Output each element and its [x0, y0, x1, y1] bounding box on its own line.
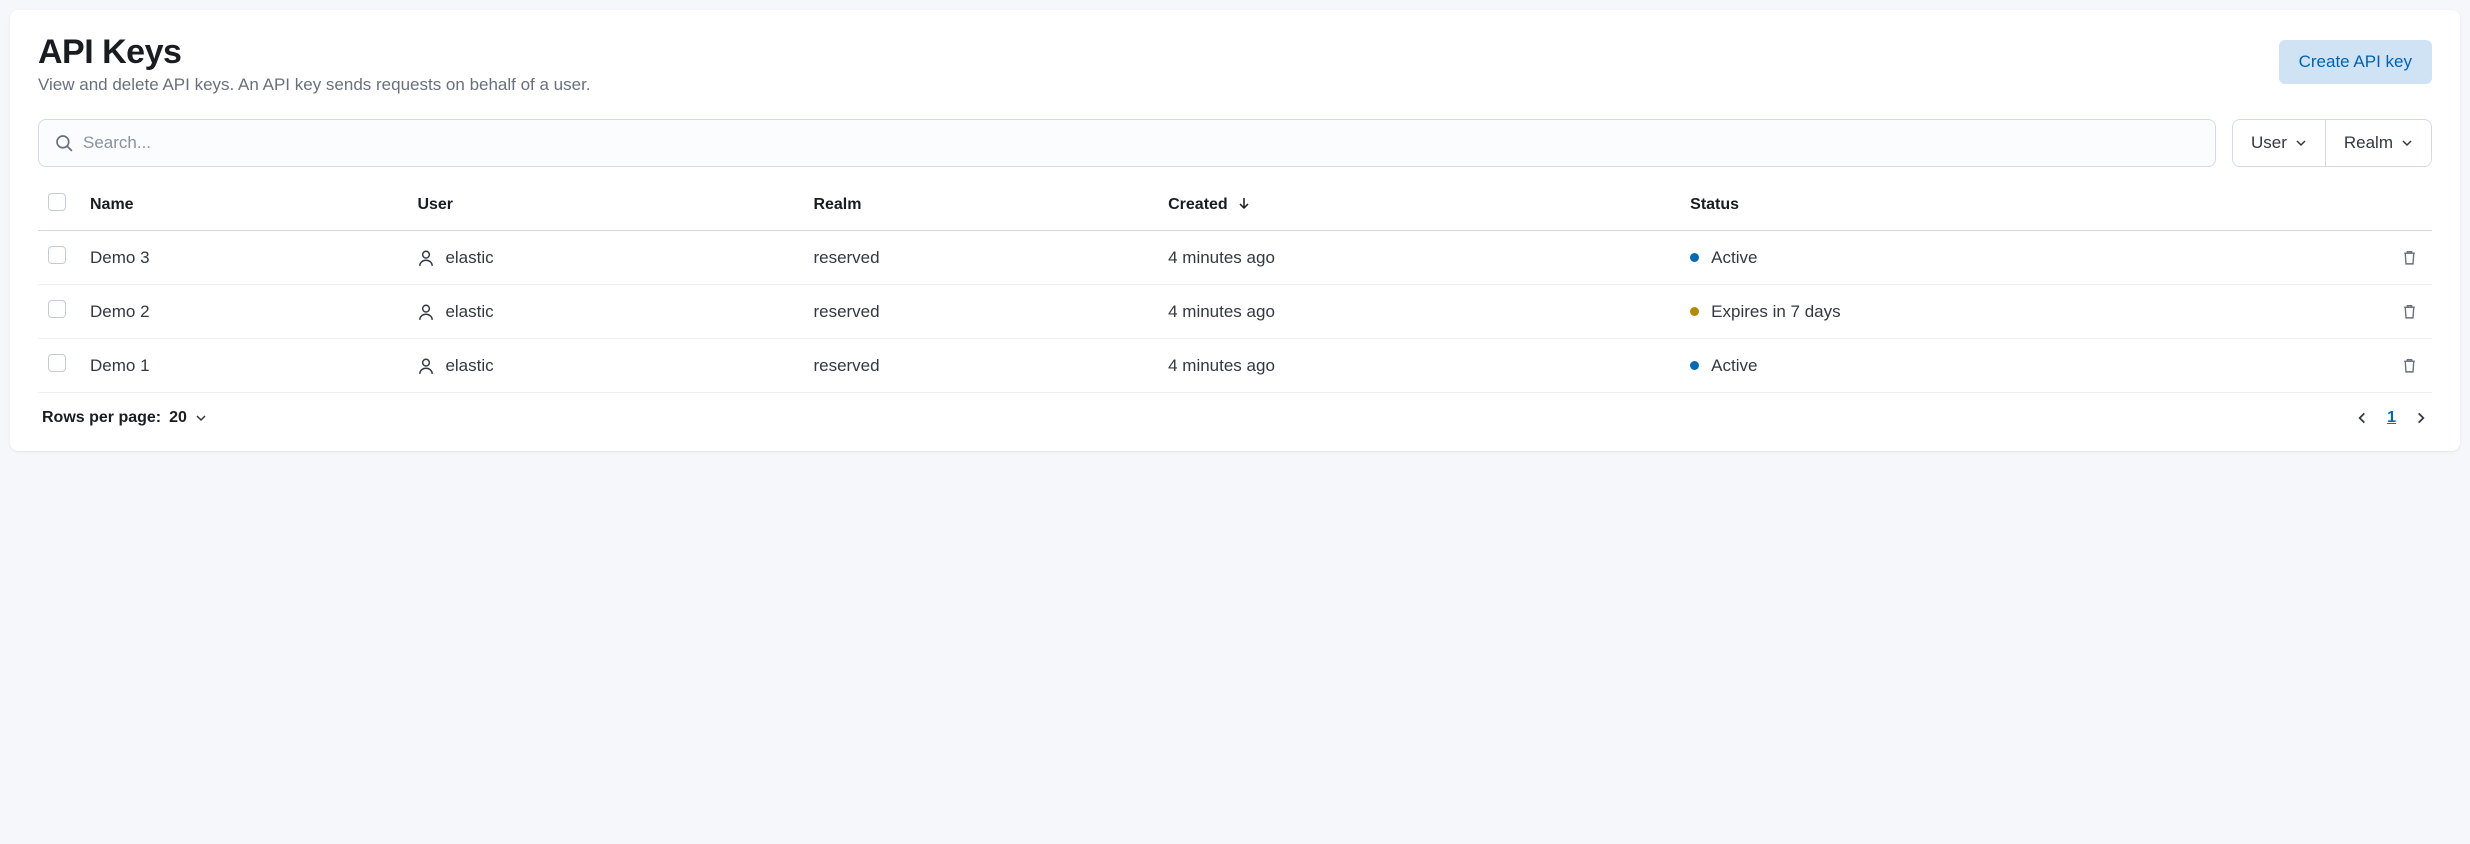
- delete-row-button[interactable]: [2397, 299, 2422, 324]
- trash-icon: [2401, 357, 2418, 374]
- cell-status: Active: [1680, 339, 2382, 393]
- cell-name: Demo 1: [80, 339, 407, 393]
- status-dot-icon: [1690, 361, 1699, 370]
- cell-created: 4 minutes ago: [1158, 285, 1680, 339]
- cell-user-text: elastic: [445, 248, 493, 268]
- cell-user: elastic: [407, 339, 803, 393]
- row-checkbox[interactable]: [48, 354, 66, 372]
- chevron-down-icon: [195, 412, 207, 424]
- delete-row-button[interactable]: [2397, 353, 2422, 378]
- cell-status-text: Active: [1711, 248, 1757, 268]
- cell-created: 4 minutes ago: [1158, 231, 1680, 285]
- search-input[interactable]: [83, 133, 2199, 153]
- select-all-checkbox[interactable]: [48, 193, 66, 211]
- cell-status: Expires in 7 days: [1680, 285, 2382, 339]
- rows-per-page-value: 20: [169, 409, 187, 427]
- user-icon: [417, 357, 435, 375]
- search-icon: [55, 134, 73, 152]
- row-checkbox[interactable]: [48, 246, 66, 264]
- cell-user: elastic: [407, 231, 803, 285]
- cell-status: Active: [1680, 231, 2382, 285]
- table-header-row: Name User Realm Created Status: [38, 179, 2432, 231]
- chevron-down-icon: [2295, 137, 2307, 149]
- cell-name: Demo 3: [80, 231, 407, 285]
- column-status[interactable]: Status: [1680, 179, 2382, 231]
- cell-realm: reserved: [803, 339, 1158, 393]
- filter-group: User Realm: [2232, 119, 2432, 167]
- header-row: API Keys View and delete API keys. An AP…: [38, 34, 2432, 95]
- page-subtitle: View and delete API keys. An API key sen…: [38, 75, 591, 95]
- cell-name: Demo 2: [80, 285, 407, 339]
- next-page-button[interactable]: [2414, 411, 2428, 425]
- title-block: API Keys View and delete API keys. An AP…: [38, 34, 591, 95]
- delete-row-button[interactable]: [2397, 245, 2422, 270]
- controls-row: User Realm: [38, 119, 2432, 167]
- cell-user-text: elastic: [445, 302, 493, 322]
- filter-realm-label: Realm: [2344, 133, 2393, 153]
- chevron-left-icon: [2355, 411, 2369, 425]
- status-dot-icon: [1690, 253, 1699, 262]
- row-checkbox[interactable]: [48, 300, 66, 318]
- rows-per-page-selector[interactable]: Rows per page: 20: [42, 409, 207, 427]
- trash-icon: [2401, 303, 2418, 320]
- column-realm[interactable]: Realm: [803, 179, 1158, 231]
- cell-realm: reserved: [803, 285, 1158, 339]
- cell-status-text: Expires in 7 days: [1711, 302, 1840, 322]
- filter-realm-button[interactable]: Realm: [2325, 120, 2431, 166]
- user-icon: [417, 249, 435, 267]
- column-name[interactable]: Name: [80, 179, 407, 231]
- chevron-down-icon: [2401, 137, 2413, 149]
- filter-user-label: User: [2251, 133, 2287, 153]
- cell-created: 4 minutes ago: [1158, 339, 1680, 393]
- column-created-label: Created: [1168, 196, 1228, 213]
- search-field-wrap[interactable]: [38, 119, 2216, 167]
- table-row: Demo 1 elastic reserved4 minutes ago Active: [38, 339, 2432, 393]
- filter-user-button[interactable]: User: [2233, 120, 2325, 166]
- api-keys-panel: API Keys View and delete API keys. An AP…: [10, 10, 2460, 451]
- user-icon: [417, 303, 435, 321]
- api-keys-table: Name User Realm Created Status Demo 3 ela…: [38, 179, 2432, 393]
- create-api-key-button[interactable]: Create API key: [2279, 40, 2432, 84]
- table-row: Demo 3 elastic reserved4 minutes ago Active: [38, 231, 2432, 285]
- trash-icon: [2401, 249, 2418, 266]
- page-title: API Keys: [38, 34, 591, 71]
- table-footer: Rows per page: 20 1: [38, 393, 2432, 431]
- column-user[interactable]: User: [407, 179, 803, 231]
- prev-page-button[interactable]: [2355, 411, 2369, 425]
- status-dot-icon: [1690, 307, 1699, 316]
- cell-user: elastic: [407, 285, 803, 339]
- sort-desc-icon: [1238, 197, 1250, 209]
- cell-user-text: elastic: [445, 356, 493, 376]
- chevron-right-icon: [2414, 411, 2428, 425]
- column-actions: [2382, 179, 2432, 231]
- table-row: Demo 2 elastic reserved4 minutes ago Expire…: [38, 285, 2432, 339]
- cell-realm: reserved: [803, 231, 1158, 285]
- rows-per-page-prefix: Rows per page:: [42, 409, 161, 427]
- column-created[interactable]: Created: [1158, 179, 1680, 231]
- cell-status-text: Active: [1711, 356, 1757, 376]
- page-number-current[interactable]: 1: [2387, 409, 2396, 427]
- pagination: 1: [2355, 409, 2428, 427]
- column-select-all: [38, 179, 80, 231]
